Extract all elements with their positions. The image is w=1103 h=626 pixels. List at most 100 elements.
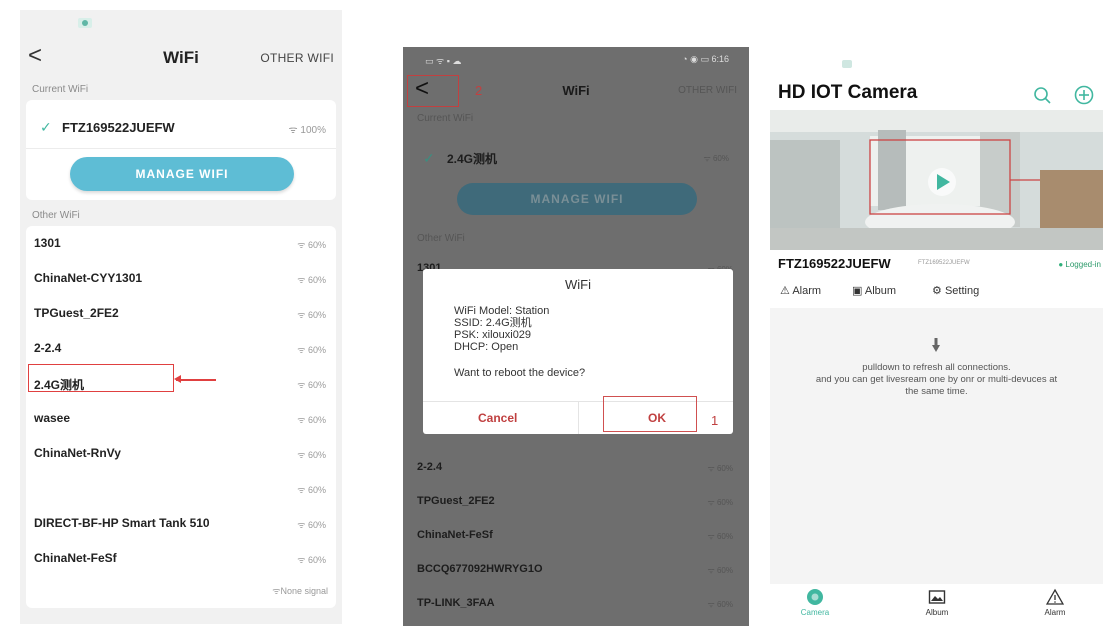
room-image [770, 110, 1103, 250]
wifi-list-item[interactable]: ChinaNet-FeSf ᯤ 60% [26, 541, 336, 576]
device-uid: FTZ169522JUEFW [918, 260, 970, 266]
other-wifi-button[interactable]: OTHER WIFI [260, 51, 334, 65]
wifi-name: DIRECT-BF-HP Smart Tank 510 [34, 516, 210, 530]
status-time: ◔ ◉ ▭ 6:16 [682, 54, 729, 64]
wifi-info-dialog: WiFi WiFi Model: Station SSID: 2.4G测机 PS… [423, 269, 733, 434]
ok-highlight-box [603, 396, 697, 432]
dialog-title: WiFi [565, 277, 591, 292]
camera-icon [807, 589, 823, 605]
camera-home-screen: HD IOT Camera FTZ169522JUEFW FTZ169522JU… [770, 46, 1103, 626]
gear-icon: ⚙ [932, 285, 942, 297]
tab-album[interactable]: Album [902, 588, 972, 617]
hint-line: and you can get livesream one by onr or … [815, 374, 1058, 385]
tab-alarm[interactable]: Alarm [1020, 588, 1090, 617]
signal-value: 60% [307, 485, 326, 495]
signal-icons: ▭ ᯤ ▪ ☁ [425, 56, 462, 66]
status-bar: ▭ ᯤ ▪ ☁ ◔ ◉ ▭ 6:16 [403, 47, 749, 71]
camera-preview-thumbnail[interactable] [770, 110, 1103, 250]
wifi-list-item[interactable]: wasee ᯤ 60% [26, 401, 336, 436]
wifi-signal: ᯤ 60% [707, 498, 733, 507]
check-icon: ✓ [423, 150, 435, 166]
manage-wifi-button[interactable]: MANAGE WIFI [457, 183, 697, 215]
hint-line: the same time. [905, 386, 968, 397]
setting-action[interactable]: ⚙ Setting [932, 284, 979, 297]
divider [578, 401, 579, 434]
dialog-psk: PSK: xilouxi029 [454, 329, 532, 341]
device-name: FTZ169522JUEFW [778, 256, 891, 271]
wifi-signal: ᯤ 60% [707, 464, 733, 473]
warning-icon [1046, 588, 1064, 605]
device-card[interactable]: FTZ169522JUEFW FTZ169522JUEFW Logged-in … [770, 250, 1103, 308]
wifi-name: ChinaNet-CYY1301 [34, 271, 143, 285]
other-wifi-label: Other WiFi [417, 233, 465, 244]
dialog-ssid: SSID: 2.4G测机 [454, 317, 532, 329]
current-wifi-name: FTZ169522JUEFW [62, 120, 175, 135]
warning-icon: ⚠ [780, 285, 790, 297]
wifi-signal: ᯤ 60% [297, 380, 326, 390]
wifi-name: BCCQ677092HWRYG1O [417, 563, 543, 575]
back-highlight-box [407, 75, 459, 107]
pointer-arrow [174, 376, 216, 382]
wifi-list-item[interactable]: 2-2.4 ᯤ 60% [409, 451, 743, 485]
wifi-name: 1301 [34, 236, 61, 250]
signal-value: 60% [307, 240, 326, 250]
wifi-name: TP-LINK_3FAA [417, 597, 495, 609]
manage-wifi-button[interactable]: MANAGE WIFI [70, 157, 294, 191]
wifi-name: 2-2.4 [34, 341, 62, 355]
status-badge: Logged-in [1058, 260, 1101, 269]
wifi-list-item[interactable]: TPGuest_2FE2 ᯤ 60% [409, 485, 743, 519]
alarm-label: Alarm [792, 285, 822, 297]
wifi-list-item[interactable]: ChinaNet-FeSf ᯤ 60% [409, 519, 743, 553]
wifi-name: ChinaNet-RnVy [34, 446, 121, 460]
wifi-signal: ᯤ 60% [297, 485, 326, 495]
wifi-signal: ᯤ 60% [297, 345, 326, 355]
wifi-signal: ᯤ 60% [297, 240, 326, 250]
wifi-list-item[interactable]: DIRECT-BF-HP Smart Tank 510 ᯤ 60% [26, 506, 336, 541]
tab-camera[interactable]: Camera [780, 588, 850, 617]
wifi-list-item[interactable]: 1301 ᯤ 60% [26, 226, 336, 261]
wifi-name: ChinaNet-FeSf [417, 529, 493, 541]
wifi-signal: ᯤ 60% [297, 555, 326, 565]
signal-value: 60% [307, 555, 326, 565]
wifi-list-item[interactable]: ᯤ 60% [26, 471, 336, 506]
cancel-button[interactable]: Cancel [478, 411, 517, 425]
wifi-signal: ᯤ 60% [297, 275, 326, 285]
add-device-icon[interactable] [1073, 84, 1095, 106]
wifi-list-item[interactable]: TP-LINK_3FAA ᯤ 60% [409, 587, 743, 621]
current-wifi-label: Current WiFi [32, 84, 89, 95]
wifi-screen-dialog: ▭ ᯤ ▪ ☁ ◔ ◉ ▭ 6:16 < WiFi OTHER WIFI 2 C… [403, 47, 749, 626]
dialog-question: Want to reboot the device? [454, 367, 586, 379]
other-wifi-list: 1301 ᯤ 60% ChinaNet-CYY1301 ᯤ 60% TPGuest_… [26, 226, 336, 608]
tab-label: Alarm [1044, 608, 1066, 617]
dialog-dhcp: DHCP: Open [454, 341, 519, 353]
tab-label: Album [925, 608, 949, 617]
signal-value: 60% [307, 345, 326, 355]
wifi-signal: ᯤ 60% [707, 600, 733, 609]
wifi-signal: ᯤ 60% [707, 532, 733, 541]
other-wifi-button[interactable]: OTHER WIFI [678, 85, 737, 96]
wifi-list-item[interactable]: 2-2.4 ᯤ 60% [26, 331, 336, 366]
wifi-icon: ᯤ [288, 125, 298, 136]
wifi-list-item[interactable]: BCCQ677092HWRYG1O ᯤ 60% [409, 553, 743, 587]
wifi-screen-1: < WiFi OTHER WIFI Current WiFi ✓ FTZ1695… [20, 10, 342, 624]
wifi-list-item[interactable]: ChinaNet-RnVy ᯤ 60% [26, 436, 336, 471]
wifi-list-item[interactable]: TPGuest_2FE2 ᯤ 60% [26, 296, 336, 331]
current-wifi-name: 2.4G测机 [447, 152, 498, 166]
wifi-name: ChinaNet-FeSf [34, 551, 117, 565]
app-status-icon [842, 60, 852, 68]
alarm-action[interactable]: ⚠ Alarm [780, 284, 821, 297]
app-title: HD IOT Camera [778, 82, 918, 103]
signal-value: 100% [300, 125, 326, 136]
signal-value: 60% [307, 450, 326, 460]
wifi-name: TPGuest_2FE2 [34, 306, 119, 320]
album-action[interactable]: ▣ Album [852, 284, 896, 297]
search-icon[interactable] [1031, 84, 1053, 106]
other-wifi-label: Other WiFi [32, 210, 80, 221]
status-bar [20, 10, 342, 40]
none-signal-label: ᯤNone signal [272, 586, 328, 596]
wifi-signal: ᯤ 60% [707, 566, 733, 575]
wifi-name: TPGuest_2FE2 [417, 495, 495, 507]
album-label: Album [864, 285, 897, 297]
wifi-list-item[interactable]: ChinaNet-CYY1301 ᯤ 60% [26, 261, 336, 296]
setting-label: Setting [944, 285, 980, 297]
